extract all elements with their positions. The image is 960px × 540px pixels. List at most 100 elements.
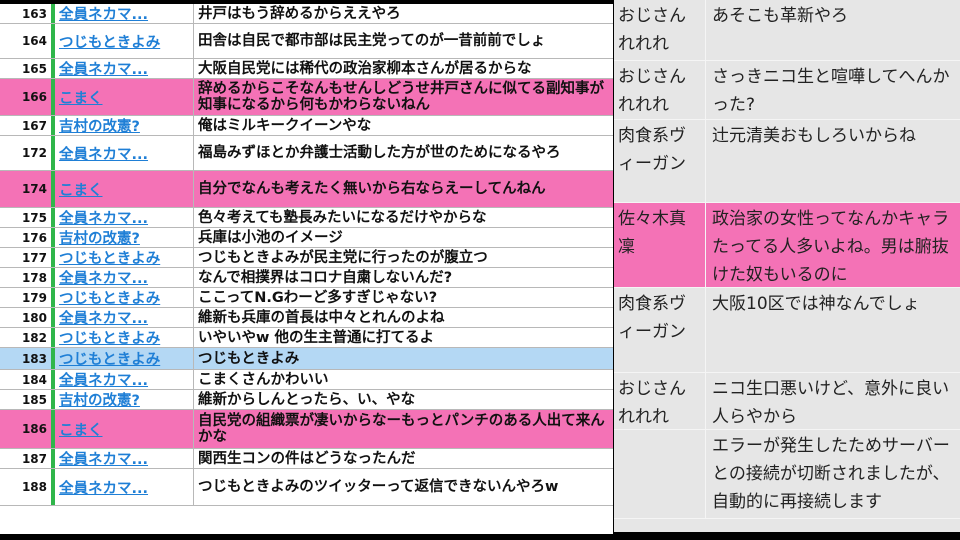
comment-text: つじもときよみ <box>198 350 300 367</box>
chat-panel[interactable]: おじさんれれれ あそこも革新やろ おじさんれれれ さっきニコ生と喧嘩してへんかった? 肉… <box>614 0 960 532</box>
comment-text: ここってN.Gわーど多すぎじゃない? <box>198 289 438 306</box>
comment-number: 188 <box>0 469 55 505</box>
comment-text: 俺はミルキークイーンやな <box>198 117 372 134</box>
comment-number: 164 <box>0 24 55 58</box>
comment-row[interactable]: 165 全員ネカマ... 大阪自民党には稀代の政治家柳本さんが居るからな <box>0 59 613 79</box>
comment-user-link[interactable]: こまく <box>55 410 194 448</box>
comment-number: 180 <box>0 308 55 327</box>
comment-user-link[interactable]: つじもときよみ <box>55 288 194 307</box>
comment-text: 福島みずほとか弁護士活動した方が世のためになるやろ <box>198 145 561 161</box>
comment-row[interactable]: 163 全員ネカマ... 井戸はもう辞めるからええやろ <box>0 4 613 24</box>
comment-text: いやいやw 他の生主普通に打てるよ <box>198 329 434 346</box>
chat-row: 佐々木真凜 政治家の女性ってなんかキャラたってる人多いよね。男は腑抜けた奴もいるの… <box>614 203 960 288</box>
comment-user-link[interactable]: つじもときよみ <box>55 328 194 347</box>
comment-number: 178 <box>0 268 55 287</box>
chat-message: あそこも革新やろ <box>712 6 848 26</box>
comment-text: 兵庫は小池のイメージ <box>198 229 343 246</box>
comment-number: 165 <box>0 59 55 78</box>
comment-row[interactable]: 176 吉村の改憲? 兵庫は小池のイメージ <box>0 228 613 248</box>
comment-text: 維新からしんとったら、い、やな <box>198 391 416 408</box>
comment-row[interactable]: 172 全員ネカマ... 福島みずほとか弁護士活動した方が世のためになるやろ <box>0 136 613 171</box>
comment-text: 田舎は自民で都市部は民主党ってのが一昔前前でしょ <box>198 33 546 49</box>
comment-row[interactable]: 183 つじもときよみ つじもときよみ <box>0 348 613 370</box>
comment-number: 174 <box>0 171 55 207</box>
comment-user-link[interactable]: 吉村の改憲? <box>55 228 194 247</box>
chat-row: おじさんれれれ あそこも革新やろ <box>614 0 960 61</box>
comment-row[interactable]: 185 吉村の改憲? 維新からしんとったら、い、やな <box>0 390 613 410</box>
comment-text: つじもときよみが民主党に行ったのが腹立つ <box>198 249 488 266</box>
chat-row: おじさんれれれ さっきニコ生と喧嘩してへんかった? <box>614 61 960 120</box>
comment-text: 辞めるからこそなんもせんしどうせ井戸さんに似てる副知事が知事になるから何もかわら… <box>198 81 604 113</box>
comment-text: 井戸はもう辞めるからええやろ <box>198 5 401 22</box>
comment-number: 187 <box>0 449 55 468</box>
chat-username: 肉食系ヴィーガン <box>614 120 706 202</box>
comment-user-link[interactable]: 全員ネカマ... <box>55 136 194 170</box>
comment-user-link[interactable]: つじもときよみ <box>55 348 194 369</box>
comment-list[interactable]: 163 全員ネカマ... 井戸はもう辞めるからええやろ 164 つじもときよみ 田舎は自民… <box>0 4 613 534</box>
comment-number: 175 <box>0 208 55 227</box>
comment-row[interactable]: 187 全員ネカマ... 関西生コンの件はどうなったんだ <box>0 449 613 469</box>
comment-row[interactable]: 167 吉村の改憲? 俺はミルキークイーンやな <box>0 116 613 136</box>
comment-row[interactable]: 175 全員ネカマ... 色々考えても塾長みたいになるだけやからな <box>0 208 613 228</box>
comment-row[interactable]: 184 全員ネカマ... こまくさんかわいい <box>0 370 613 390</box>
comment-number: 177 <box>0 248 55 267</box>
comment-row[interactable]: 179 つじもときよみ ここってN.Gわーど多すぎじゃない? <box>0 288 613 308</box>
comment-user-link[interactable]: つじもときよみ <box>55 24 194 58</box>
comment-row[interactable]: 174 こまく 自分でなんも考えたく無いから右ならえーしてんねん <box>0 171 613 208</box>
comment-user-link[interactable]: こまく <box>55 79 194 115</box>
chat-username <box>614 430 706 518</box>
chat-username: おじさんれれれ <box>614 61 706 119</box>
chat-username: 肉食系ヴィーガン <box>614 288 706 372</box>
comment-text: 自民党の組織票が凄いからなーもっとパンチのある人出て来んかな <box>198 413 605 445</box>
comment-row[interactable]: 166 こまく 辞めるからこそなんもせんしどうせ井戸さんに似てる副知事が知事になるか… <box>0 79 613 116</box>
comment-user-link[interactable]: 全員ネカマ... <box>55 308 194 327</box>
chat-username: おじさんれれれ <box>614 0 706 60</box>
comment-number: 184 <box>0 370 55 389</box>
chat-username: 佐々木真凜 <box>614 203 706 287</box>
comment-user-link[interactable]: 全員ネカマ... <box>55 268 194 287</box>
comment-number: 163 <box>0 4 55 23</box>
comment-user-link[interactable]: 全員ネカマ... <box>55 370 194 389</box>
comment-user-link[interactable]: 吉村の改憲? <box>55 116 194 135</box>
comment-number: 176 <box>0 228 55 247</box>
comment-row[interactable]: 178 全員ネカマ... なんで相撲界はコロナ自粛しないんだ? <box>0 268 613 288</box>
chat-row: おじさんれれれ ニコ生口悪いけど、意外に良い人らやから <box>614 373 960 430</box>
comment-row[interactable]: 186 こまく 自民党の組織票が凄いからなーもっとパンチのある人出て来んかな <box>0 410 613 449</box>
comment-number: 182 <box>0 328 55 347</box>
chat-username: おじさんれれれ <box>614 373 706 429</box>
comment-text: なんで相撲界はコロナ自粛しないんだ? <box>198 269 453 286</box>
comment-text: 大阪自民党には稀代の政治家柳本さんが居るからな <box>198 60 532 77</box>
comment-number: 166 <box>0 79 55 115</box>
chat-message: さっきニコ生と喧嘩してへんかった? <box>712 67 950 115</box>
comment-user-link[interactable]: 全員ネカマ... <box>55 208 194 227</box>
comment-row[interactable]: 182 つじもときよみ いやいやw 他の生主普通に打てるよ <box>0 328 613 348</box>
chat-message: ニコ生口悪いけど、意外に良い人らやから <box>712 379 950 427</box>
comment-number: 167 <box>0 116 55 135</box>
chat-message: 辻元清美おもしろいからね <box>712 126 916 146</box>
chat-row: 肉食系ヴィーガン 大阪10区では神なんでしょ <box>614 288 960 373</box>
comment-text: 維新も兵庫の首長は中々とれんのよね <box>198 309 445 326</box>
comment-text: 自分でなんも考えたく無いから右ならえーしてんねん <box>198 181 546 197</box>
comment-user-link[interactable]: 全員ネカマ... <box>55 449 194 468</box>
chat-row: エラーが発生したためサーバーとの接続が切断されましたが、自動的に再接続します <box>614 430 960 519</box>
comment-user-link[interactable]: 全員ネカマ... <box>55 59 194 78</box>
comment-user-link[interactable]: 吉村の改憲? <box>55 390 194 409</box>
comment-number: 186 <box>0 410 55 448</box>
comment-number: 183 <box>0 348 55 369</box>
comment-user-link[interactable]: 全員ネカマ... <box>55 469 194 505</box>
comment-number: 179 <box>0 288 55 307</box>
comment-user-link[interactable]: こまく <box>55 171 194 207</box>
comment-number: 172 <box>0 136 55 170</box>
comment-user-link[interactable]: つじもときよみ <box>55 248 194 267</box>
comment-text: こまくさんかわいい <box>198 371 329 388</box>
comment-user-link[interactable]: 全員ネカマ... <box>55 4 194 23</box>
comment-row[interactable]: 188 全員ネカマ... つじもときよみのツイッターって返信できないんやろw <box>0 469 613 506</box>
comment-row[interactable]: 177 つじもときよみ つじもときよみが民主党に行ったのが腹立つ <box>0 248 613 268</box>
chat-message: エラーが発生したためサーバーとの接続が切断されましたが、自動的に再接続します <box>712 436 950 512</box>
comment-text: 色々考えても塾長みたいになるだけやからな <box>198 209 487 226</box>
comment-row[interactable]: 180 全員ネカマ... 維新も兵庫の首長は中々とれんのよね <box>0 308 613 328</box>
comment-row[interactable]: 164 つじもときよみ 田舎は自民で都市部は民主党ってのが一昔前前でしょ <box>0 24 613 59</box>
comment-text: 関西生コンの件はどうなったんだ <box>198 450 416 467</box>
chat-row: 肉食系ヴィーガン 辻元清美おもしろいからね <box>614 120 960 203</box>
comment-text: つじもときよみのツイッターって返信できないんやろw <box>198 479 559 495</box>
